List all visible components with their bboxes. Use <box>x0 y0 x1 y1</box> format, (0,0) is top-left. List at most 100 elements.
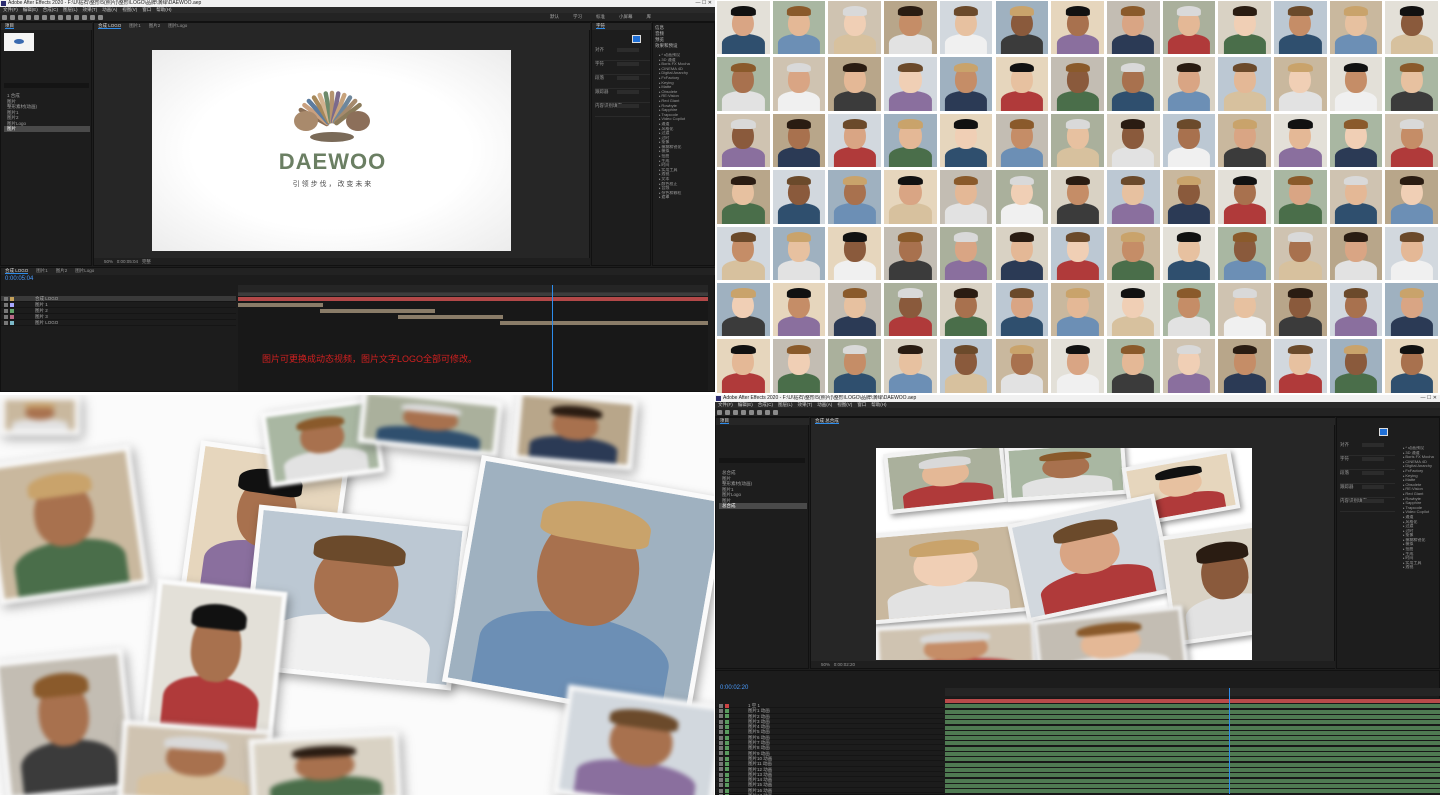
zoom-tool-icon[interactable] <box>18 15 23 20</box>
project-search[interactable] <box>4 83 89 88</box>
brush-tool-icon[interactable] <box>74 15 79 20</box>
visibility-eye-icon[interactable] <box>719 703 723 708</box>
visibility-eye-icon[interactable] <box>719 783 723 788</box>
menu-item-8[interactable]: 帮助(H) <box>156 7 171 12</box>
label-color[interactable] <box>725 762 729 767</box>
menu-item-6[interactable]: 视图(V) <box>122 7 137 12</box>
visibility-eye-icon[interactable] <box>719 767 723 772</box>
playhead-2[interactable] <box>1229 688 1230 794</box>
visibility-eye-icon[interactable] <box>4 302 8 307</box>
effect-category[interactable]: 透视 <box>1397 565 1440 570</box>
tab-project[interactable]: 项目 <box>5 23 14 29</box>
comp-tab-1[interactable]: 图片1 <box>129 23 141 28</box>
track-bar-1[interactable] <box>238 297 708 301</box>
puppet-tool-icon[interactable] <box>98 15 103 20</box>
label-color[interactable] <box>10 308 14 313</box>
track-bar[interactable] <box>945 709 1440 714</box>
label-color[interactable] <box>725 777 729 782</box>
rotate-tool-icon[interactable] <box>26 15 31 20</box>
menu-item-1[interactable]: 编辑(E) <box>23 7 38 12</box>
pen-tool-icon-2[interactable] <box>757 410 762 415</box>
tab-timeline-4[interactable]: 图片Logo <box>75 268 94 273</box>
pan-tool-icon[interactable] <box>42 15 47 20</box>
visibility-eye-icon[interactable] <box>719 751 723 756</box>
label-color[interactable] <box>10 296 14 301</box>
track-bar-4[interactable] <box>398 315 503 319</box>
text-tool-icon-2[interactable] <box>765 410 770 415</box>
timecode-display-2[interactable]: 0:00:02:20 <box>720 685 748 691</box>
comp-tab-0[interactable]: 合成 LOGO <box>98 23 122 29</box>
workspace-0[interactable]: 默认 <box>550 14 559 19</box>
workspace-switcher[interactable]: 默认 学习 标准 小屏幕 库 <box>550 14 665 20</box>
char-field[interactable] <box>1362 443 1384 447</box>
label-color[interactable] <box>725 783 729 788</box>
char-field[interactable] <box>617 62 639 66</box>
visibility-eye-icon[interactable] <box>719 714 723 719</box>
visibility-eye-icon[interactable] <box>719 709 723 714</box>
visibility-eye-icon[interactable] <box>719 777 723 782</box>
label-color[interactable] <box>725 709 729 714</box>
selection-tool-icon[interactable] <box>2 15 7 20</box>
project-item[interactable]: 图片 <box>4 126 90 132</box>
tab-timeline-logo[interactable]: 合成 LOGO <box>5 268 29 274</box>
label-color[interactable] <box>10 320 14 325</box>
char-field[interactable] <box>1362 485 1384 489</box>
resolution-select[interactable]: 完整 <box>142 259 151 264</box>
menu-item-6[interactable]: 视图(V) <box>837 402 852 407</box>
track-bar-2[interactable] <box>238 303 323 307</box>
label-color[interactable] <box>725 751 729 756</box>
selection-tool-icon-2[interactable] <box>717 410 722 415</box>
stamp-tool-icon[interactable] <box>82 15 87 20</box>
label-color[interactable] <box>725 719 729 724</box>
label-color[interactable] <box>725 735 729 740</box>
font-color-swatch[interactable] <box>632 35 641 43</box>
track-bar[interactable] <box>945 720 1440 725</box>
rotate-tool-icon-2[interactable] <box>741 410 746 415</box>
hand-tool-icon[interactable] <box>10 15 15 20</box>
label-color[interactable] <box>725 788 729 793</box>
effect-category[interactable]: 遮罩 <box>653 195 715 200</box>
project-search-2[interactable] <box>719 458 805 463</box>
timecode-display[interactable]: 0:00:05:04 <box>5 276 33 282</box>
label-color[interactable] <box>725 725 729 729</box>
hand-tool-icon-2[interactable] <box>725 410 730 415</box>
tab-timeline-3[interactable]: 图片2 <box>56 268 68 273</box>
label-color[interactable] <box>725 703 729 708</box>
time-ruler-2[interactable] <box>945 688 1440 696</box>
window-controls-2[interactable]: — ☐ ✕ <box>1421 395 1437 402</box>
zoom-level-2[interactable]: 50% <box>821 662 830 667</box>
workspace-2[interactable]: 标准 <box>596 14 605 19</box>
track-bar[interactable] <box>945 778 1440 783</box>
font-color-swatch-2[interactable] <box>1379 428 1388 436</box>
char-field[interactable] <box>617 90 639 94</box>
track-bar[interactable] <box>945 746 1440 751</box>
track-bar[interactable] <box>945 714 1440 719</box>
visibility-eye-icon[interactable] <box>719 788 723 793</box>
zoom-tool-icon-2[interactable] <box>733 410 738 415</box>
track-bar[interactable] <box>945 699 1440 703</box>
menu-item-4[interactable]: 效果(T) <box>83 7 98 12</box>
mask-tool-icon[interactable] <box>50 15 55 20</box>
track-bar-3[interactable] <box>320 309 435 313</box>
pen-tool-icon[interactable] <box>58 15 63 20</box>
label-color[interactable] <box>725 767 729 772</box>
menu-item-2[interactable]: 合成(C) <box>758 402 773 407</box>
label-color[interactable] <box>10 302 14 307</box>
menu-item-5[interactable]: 动画(A) <box>817 402 832 407</box>
visibility-eye-icon[interactable] <box>719 719 723 724</box>
zoom-level[interactable]: 50% <box>104 259 113 264</box>
label-color[interactable] <box>725 730 729 735</box>
label-color[interactable] <box>725 756 729 761</box>
menu-item-2[interactable]: 合成(C) <box>43 7 58 12</box>
track-bar[interactable] <box>945 730 1440 735</box>
text-tool-icon[interactable] <box>66 15 71 20</box>
label-color[interactable] <box>10 314 14 319</box>
track-bar[interactable] <box>945 773 1440 778</box>
visibility-eye-icon[interactable] <box>719 730 723 735</box>
visibility-eye-icon[interactable] <box>719 756 723 761</box>
visibility-eye-icon[interactable] <box>4 308 8 313</box>
visibility-eye-icon[interactable] <box>4 320 8 325</box>
char-field[interactable] <box>1362 499 1384 503</box>
char-field[interactable] <box>1362 457 1384 461</box>
tab-timeline-2[interactable]: 图片1 <box>36 268 48 273</box>
